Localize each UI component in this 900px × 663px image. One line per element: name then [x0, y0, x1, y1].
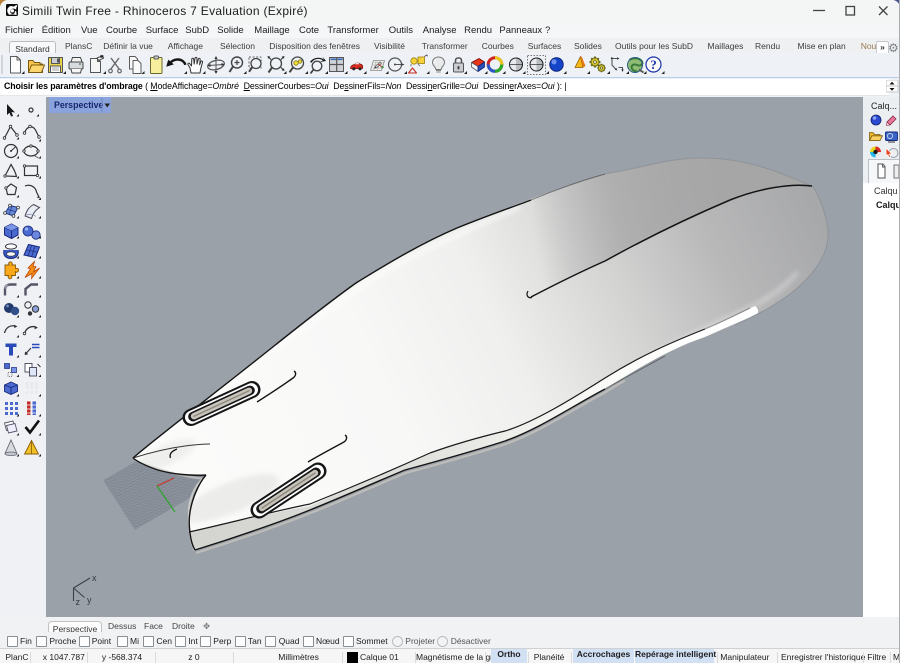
svg-text:x: x [92, 573, 97, 583]
svg-text:Perspective: Perspective [54, 100, 103, 110]
svg-text:y: y [87, 595, 92, 605]
svg-text:?: ? [650, 57, 657, 72]
svg-text:z: z [76, 597, 81, 607]
